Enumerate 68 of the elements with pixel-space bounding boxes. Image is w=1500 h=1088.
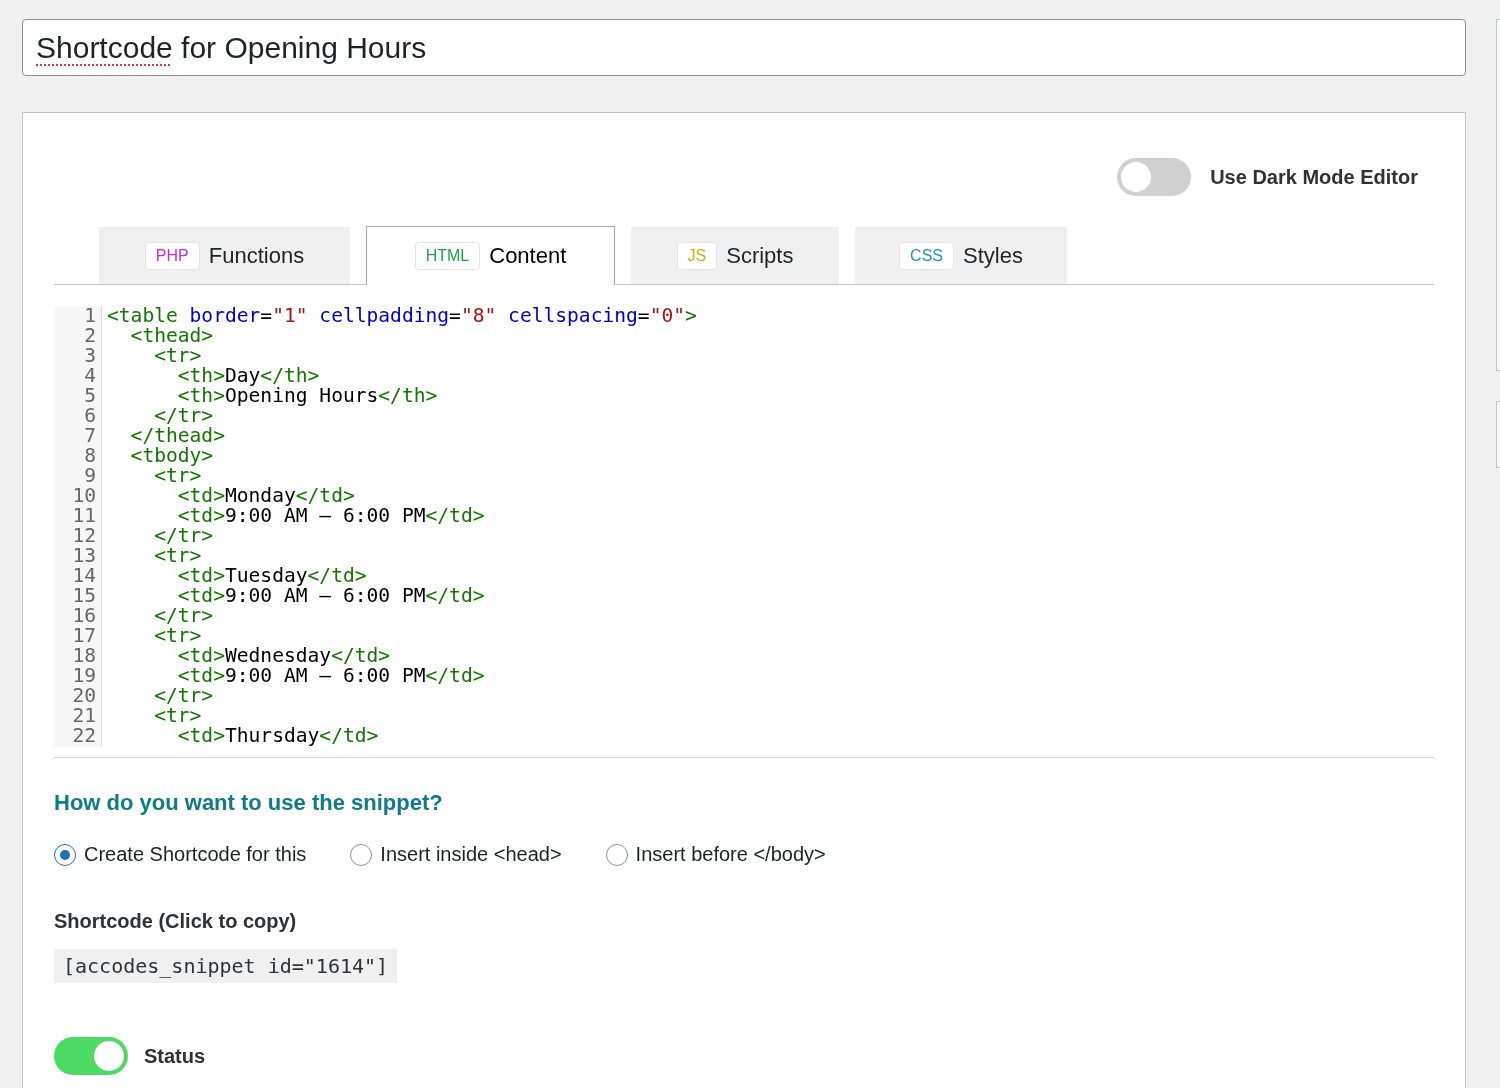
line-number: 1 [83, 306, 96, 326]
line-number: 19 [71, 666, 96, 686]
line-number: 11 [71, 506, 96, 526]
line-number: 12 [71, 526, 96, 546]
code-line: <td>Monday</td> [176, 486, 356, 506]
code-line: <td>Tuesday</td> [176, 566, 368, 586]
shortcode-label: Shortcode (Click to copy) [54, 910, 298, 933]
line-number: 4 [83, 366, 96, 386]
code-line: <td>9:00 AM – 6:00 PM</td> [176, 586, 486, 606]
language-badge: JS [676, 241, 718, 270]
editor-tab[interactable]: PHP Functions [99, 227, 350, 284]
code-line: </tr> [153, 606, 215, 626]
line-number: 20 [71, 686, 96, 706]
title-field[interactable]: Shortcode for Opening Hours [22, 19, 1466, 76]
code-line: <table border="1" cellpadding="8" cellspacing="0"> [107, 306, 697, 326]
code-line: </thead> [129, 426, 226, 446]
code-line: </tr> [153, 526, 215, 546]
editor-tab[interactable]: HTML Content [366, 226, 615, 285]
section-heading: How do you want to use the snippet? [54, 790, 444, 816]
code-line: <td>9:00 AM – 6:00 PM</td> [176, 506, 486, 526]
line-number: 3 [83, 346, 96, 366]
code-line: <td>Wednesday</td> [176, 646, 392, 666]
editor-tab[interactable]: CSS Styles [855, 227, 1067, 284]
line-number: 7 [83, 426, 96, 446]
line-number: 22 [71, 726, 96, 746]
line-number: 10 [71, 486, 96, 506]
code-line: <tr> [153, 626, 203, 646]
code-line: <thead> [129, 326, 215, 346]
radio-button[interactable] [350, 843, 373, 866]
line-number: 9 [83, 466, 96, 486]
code-line: <th>Day</th> [176, 366, 321, 386]
line-number: 8 [83, 446, 96, 466]
shortcode-value[interactable]: [accodes_snippet id="1614"] [54, 949, 398, 983]
line-number: 14 [71, 566, 96, 586]
sidebar-panel [1496, 401, 1500, 468]
code-line: <tr> [153, 346, 203, 366]
dark-mode-label: Use Dark Mode Editor [1210, 165, 1418, 189]
language-badge: PHP [144, 241, 200, 270]
code-line: <tr> [153, 546, 203, 566]
language-badge: HTML [414, 242, 481, 270]
radio-label[interactable]: Insert inside <head> [380, 843, 562, 866]
line-number: 17 [71, 626, 96, 646]
line-number: 6 [83, 406, 96, 426]
code-line: <td>Thursday</td> [176, 726, 380, 746]
code-line: <tr> [154, 466, 202, 486]
dark-mode-toggle[interactable] [1117, 158, 1192, 196]
radio-label[interactable]: Create Shortcode for this [84, 843, 307, 866]
code-editor[interactable] [54, 306, 1434, 758]
radio-button[interactable] [605, 843, 628, 866]
code-line: </tr> [153, 686, 215, 706]
language-badge: CSS [899, 241, 954, 270]
code-line: <tr> [153, 706, 203, 726]
radio-button[interactable] [54, 843, 76, 866]
line-number: 16 [71, 606, 96, 626]
line-number: 18 [71, 646, 96, 666]
code-line: <th>Opening Hours</th> [176, 386, 439, 406]
status-label: Status [144, 1044, 206, 1068]
line-number: 13 [71, 546, 96, 566]
radio-label[interactable]: Insert before </body> [635, 843, 826, 866]
code-line: <tbody> [129, 446, 215, 466]
line-number: 5 [83, 386, 96, 406]
code-line: </tr> [153, 406, 215, 426]
editor-tab[interactable]: JS Scripts [631, 227, 839, 284]
line-number: 15 [71, 586, 96, 606]
line-number: 21 [71, 706, 96, 726]
line-number: 2 [83, 326, 96, 346]
code-line: <td>9:00 AM – 6:00 PM</td> [176, 666, 486, 686]
status-toggle[interactable] [54, 1037, 128, 1075]
